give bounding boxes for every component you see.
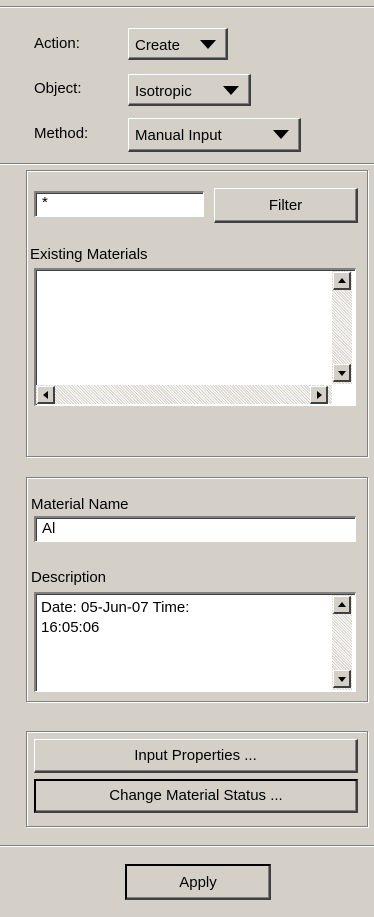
- description-label: Description: [31, 569, 107, 586]
- desc-scroll-up-button[interactable]: [333, 596, 351, 614]
- action-menu[interactable]: Create: [128, 28, 228, 60]
- description-line-1: Date: 05-Jun-07 Time:: [41, 599, 190, 616]
- material-name-field[interactable]: Al: [34, 516, 356, 542]
- filter-input[interactable]: *: [34, 191, 204, 217]
- method-label: Method:: [34, 125, 89, 142]
- scroll-up-button[interactable]: [333, 272, 351, 290]
- input-properties-label: Input Properties ...: [134, 747, 257, 764]
- scroll-down-button[interactable]: [333, 364, 351, 382]
- apply-button-label: Apply: [179, 874, 217, 891]
- material-name-label: Material Name: [31, 496, 129, 513]
- existing-materials-label: Existing Materials: [30, 246, 148, 263]
- chevron-down-icon: [200, 40, 216, 49]
- desc-scroll-down-button[interactable]: [333, 670, 351, 688]
- change-material-status-button[interactable]: Change Material Status ...: [34, 779, 358, 813]
- chevron-down-icon: [223, 86, 239, 95]
- description-textarea[interactable]: Date: 05-Jun-07 Time: 16:05:06: [34, 592, 356, 692]
- object-label: Object:: [34, 80, 82, 97]
- filter-button[interactable]: Filter: [214, 188, 358, 223]
- action-menu-value: Create: [135, 37, 181, 54]
- apply-button[interactable]: Apply: [125, 864, 271, 900]
- arrow-left-icon: [43, 391, 48, 399]
- arrow-up-icon: [338, 602, 346, 607]
- method-menu[interactable]: Manual Input: [128, 118, 301, 152]
- header-separator: [0, 163, 374, 165]
- scroll-left-button[interactable]: [37, 386, 55, 404]
- object-menu[interactable]: Isotropic: [128, 74, 251, 106]
- filter-input-value: *: [42, 194, 48, 211]
- arrow-right-icon: [317, 391, 322, 399]
- footer-separator: [0, 845, 374, 847]
- arrow-up-icon: [338, 278, 346, 283]
- arrow-down-icon: [338, 677, 346, 682]
- description-line-2: 16:05:06: [41, 619, 100, 636]
- change-material-status-label: Change Material Status ...: [109, 787, 283, 804]
- arrow-down-icon: [338, 371, 346, 376]
- list-horizontal-scrollbar[interactable]: [36, 385, 332, 404]
- chevron-down-icon: [273, 130, 289, 139]
- input-properties-button[interactable]: Input Properties ...: [34, 739, 358, 773]
- material-name-value: Al: [42, 520, 56, 537]
- object-menu-value: Isotropic: [135, 83, 192, 100]
- filter-button-label: Filter: [268, 197, 303, 214]
- method-menu-value: Manual Input: [135, 127, 222, 144]
- top-separator: [0, 6, 374, 8]
- action-label: Action:: [34, 35, 80, 52]
- scroll-right-button[interactable]: [310, 386, 328, 404]
